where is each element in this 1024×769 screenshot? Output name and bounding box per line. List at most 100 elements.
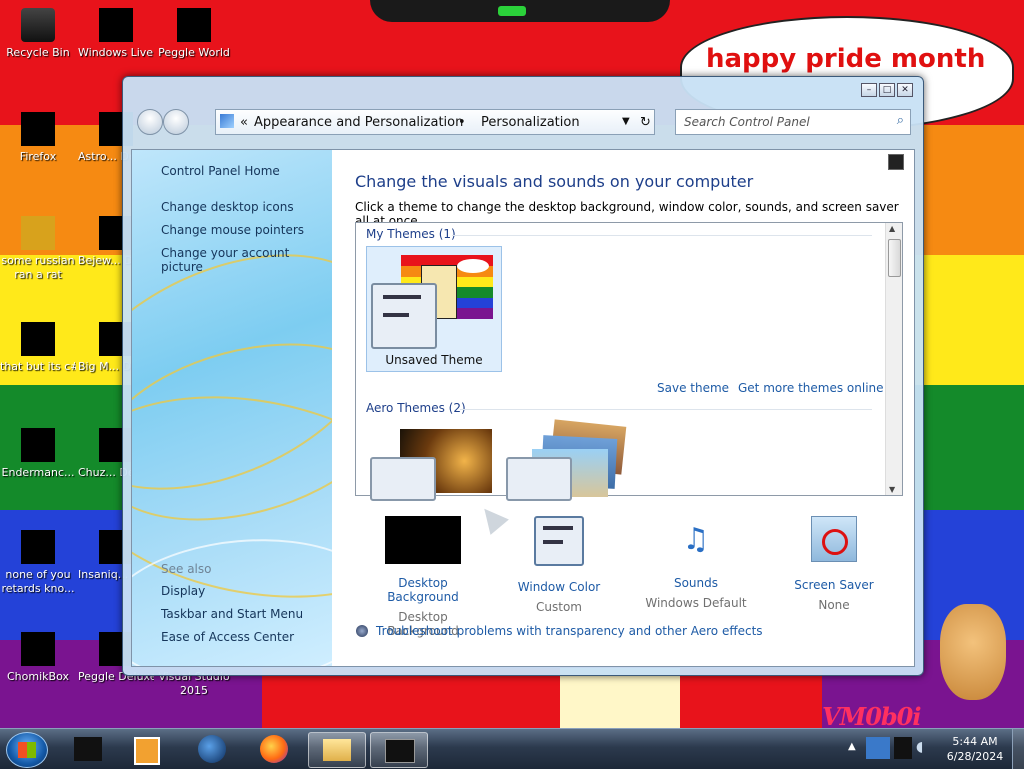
desktop-icon-that-but-its-csharp[interactable]: that but its c# — [0, 322, 76, 374]
themes-scrollbar[interactable]: ▲ ▼ — [885, 223, 902, 495]
minimize-icon[interactable]: – — [861, 83, 877, 97]
show-desktop-button[interactable] — [1012, 729, 1024, 769]
breadcrumb-personalization[interactable]: Personalization — [481, 115, 580, 130]
firefox-icon — [260, 735, 288, 763]
clock-date: 6/28/2024 — [946, 750, 1004, 763]
see-also-ease-of-access[interactable]: Ease of Access Center — [161, 630, 294, 644]
theme-name: Unsaved Theme — [385, 353, 483, 367]
content-area: Control Panel Home Change desktop icons … — [131, 149, 915, 667]
desktop-icon-firefox[interactable]: Firefox — [0, 112, 76, 164]
clock[interactable]: 5:44 AM 6/28/2024 — [944, 734, 1006, 764]
app-icon — [21, 530, 55, 564]
control-panel-icon — [385, 739, 415, 763]
window-color-mini-icon — [371, 283, 437, 349]
desktop-icon-recycle-bin[interactable]: Recycle Bin — [0, 8, 76, 60]
show-hidden-icons-icon[interactable]: ▲ — [848, 741, 856, 752]
scroll-up-icon[interactable]: ▲ — [889, 224, 895, 233]
game-icon — [177, 8, 211, 42]
scroll-down-icon[interactable]: ▼ — [889, 485, 895, 494]
firefox-icon — [21, 112, 55, 146]
address-bar[interactable]: « Appearance and Personalization • Perso… — [215, 109, 655, 135]
network-icon[interactable] — [866, 737, 890, 759]
window-color-icon — [534, 516, 584, 566]
main-panel: Change the visuals and sounds on your co… — [332, 150, 914, 666]
aero-theme-2[interactable] — [506, 419, 630, 501]
globe-icon — [198, 735, 226, 763]
screen-saver-button[interactable]: Screen Saver None — [774, 516, 894, 612]
group-divider — [452, 235, 872, 236]
search-input[interactable]: Search Control Panel ⌕ — [675, 109, 911, 135]
address-row: « Appearance and Personalization • Perso… — [135, 107, 911, 139]
help-icon[interactable] — [888, 154, 904, 170]
troubleshoot-link[interactable]: Troubleshoot problems with transparency … — [376, 624, 763, 638]
sidebar-link-change-desktop-icons[interactable]: Change desktop icons — [161, 200, 294, 214]
desktop-icon-none-of-you[interactable]: none of you retards kno... — [0, 530, 76, 596]
see-also-label: See also — [161, 562, 212, 576]
group-divider — [460, 409, 872, 410]
sounds-icon: ♫ — [682, 522, 710, 557]
see-also-display[interactable]: Display — [161, 584, 205, 598]
get-more-themes-link[interactable]: Get more themes online — [738, 381, 884, 395]
aero-themes-label: Aero Themes (2) — [366, 401, 466, 415]
search-icon[interactable]: ⌕ — [897, 113, 904, 128]
dropdown-arrow-icon[interactable]: ▼ — [622, 116, 630, 127]
back-button[interactable] — [137, 109, 163, 135]
breadcrumb-separator-icon: • — [458, 115, 466, 130]
file-icon — [21, 322, 55, 356]
start-button[interactable] — [6, 732, 48, 768]
recycle-bin-icon — [21, 8, 55, 42]
see-also-taskbar[interactable]: Taskbar and Start Menu — [161, 607, 303, 621]
personalization-window: – □ ✕ « Appearance and Personalization •… — [122, 76, 924, 676]
sidebar-link-change-mouse-pointers[interactable]: Change mouse pointers — [161, 223, 304, 237]
volume-icon[interactable] — [894, 737, 912, 759]
sidebar: Control Panel Home Change desktop icons … — [132, 150, 332, 666]
aero-theme-1[interactable] — [370, 427, 494, 501]
sidebar-link-change-account-picture[interactable]: Change your account picture — [161, 246, 332, 274]
desktop-background-button[interactable]: Desktop Background Desktop Background — [363, 516, 483, 638]
window-color-button[interactable]: Window Color Custom — [499, 516, 619, 614]
forward-button[interactable] — [163, 109, 189, 135]
breadcrumb-appearance[interactable]: Appearance and Personalization — [254, 115, 463, 130]
desktop-icon-peggle-world[interactable]: Peggle World — [156, 8, 232, 60]
close-icon[interactable]: ✕ — [897, 83, 913, 97]
media-player-icon — [134, 737, 160, 765]
refresh-icon[interactable]: ↻ — [640, 115, 651, 130]
speech-bubble-text: happy pride month — [706, 44, 986, 74]
desktop-icon-some-russian[interactable]: some russian ran a rat — [0, 216, 76, 282]
taskbar-control-panel[interactable] — [370, 732, 428, 768]
desktop-icon-endermanc[interactable]: Endermanc... — [0, 428, 76, 480]
screen-saver-icon — [811, 516, 857, 562]
taskbar-media-player[interactable] — [118, 732, 174, 766]
control-panel-icon — [220, 114, 234, 128]
taskbar-firefox[interactable] — [246, 732, 302, 766]
app-icon — [74, 737, 102, 761]
my-themes-label: My Themes (1) — [366, 227, 456, 241]
speaker-icon[interactable]: ◖ — [916, 739, 923, 755]
signature-text: VM0b0i — [822, 702, 921, 731]
title-buttons: – □ ✕ — [859, 83, 913, 97]
chomikbox-icon — [21, 632, 55, 666]
scroll-thumb[interactable] — [888, 239, 901, 277]
breadcrumb-prefix: « — [240, 115, 248, 130]
sidebar-link-control-panel-home[interactable]: Control Panel Home — [161, 164, 280, 178]
theme-unsaved[interactable]: Unsaved Theme — [366, 246, 502, 372]
app-icon — [21, 216, 55, 250]
themes-list: My Themes (1) Unsaved Theme Save theme G… — [355, 222, 903, 501]
save-theme-link[interactable]: Save theme — [657, 381, 729, 395]
taskbar-explorer[interactable] — [308, 732, 366, 768]
hamster-image — [940, 604, 1006, 700]
taskbar-app-3[interactable] — [184, 732, 240, 766]
sounds-button[interactable]: ♫ Sounds Windows Default — [636, 516, 756, 610]
desktop-background-icon — [385, 516, 461, 564]
taskbar-app-1[interactable] — [60, 732, 116, 766]
taskbar: ▲ ◖ 5:44 AM 6/28/2024 — [0, 728, 1024, 769]
windows-logo-icon — [18, 742, 36, 758]
maximize-icon[interactable]: □ — [879, 83, 895, 97]
desktop-icon-windows-live-mail[interactable]: Windows Live Mai... — [78, 8, 154, 60]
clock-time: 5:44 AM — [952, 735, 998, 748]
folder-icon — [323, 739, 351, 761]
desktop-icon-chomikbox[interactable]: ChomikBox — [0, 632, 76, 684]
troubleshoot-icon — [356, 625, 368, 637]
mail-icon — [99, 8, 133, 42]
page-title: Change the visuals and sounds on your co… — [355, 172, 754, 191]
